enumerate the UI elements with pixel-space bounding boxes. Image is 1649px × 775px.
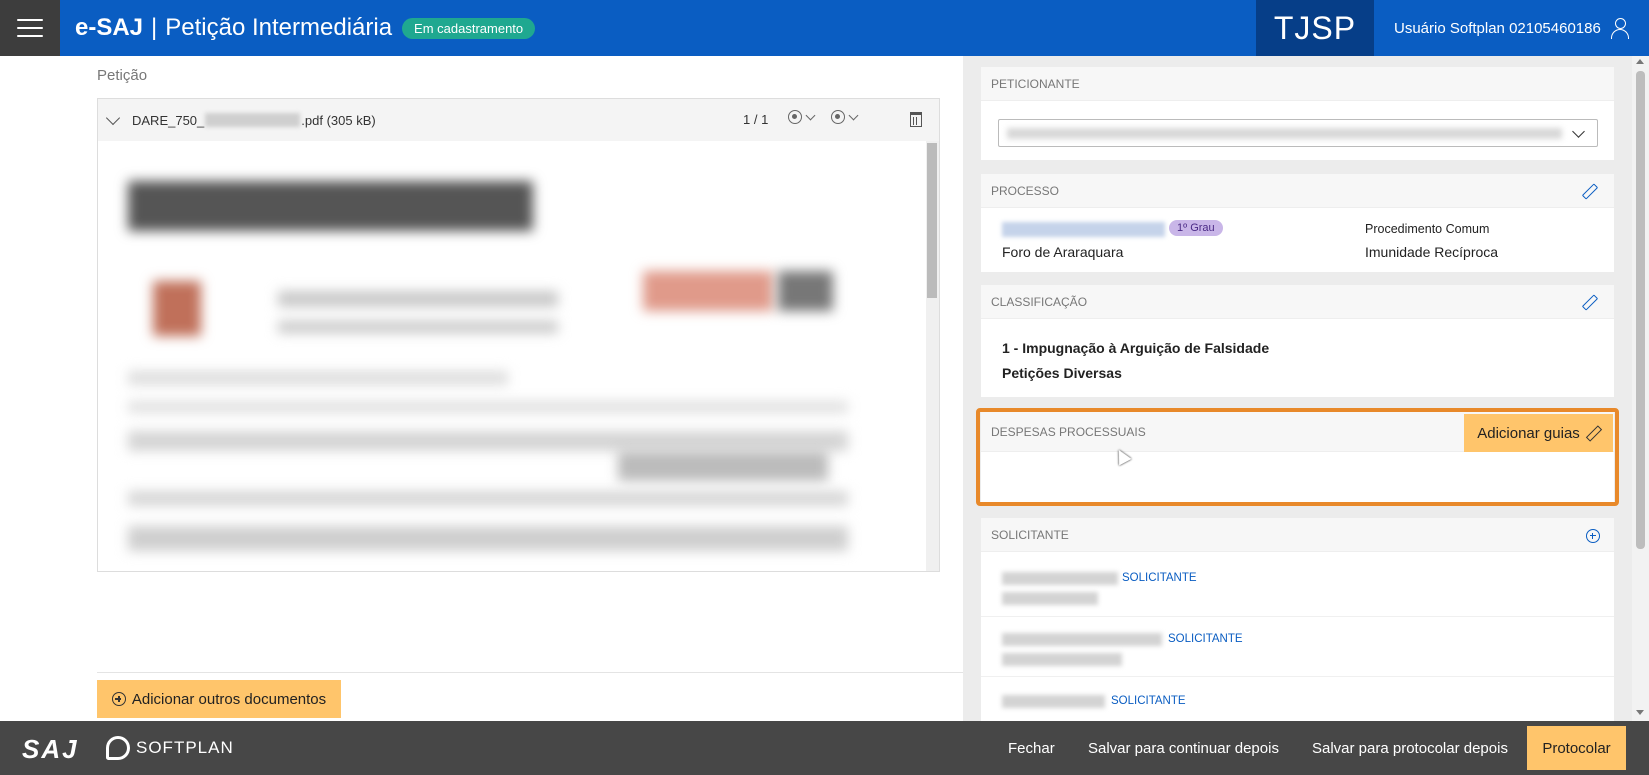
add-guias-label: Adicionar guias (1477, 424, 1580, 442)
solicitante-title: SOLICITANTE (991, 527, 1069, 542)
solicitante-tag[interactable]: SOLICITANTE (1111, 695, 1186, 707)
add-solicitante-icon[interactable] (1586, 529, 1600, 543)
processo-title: PROCESSO (991, 183, 1060, 198)
redacted-block (153, 281, 201, 336)
document-header: DARE_750_ .pdf (305 kB) 1 / 1 (98, 99, 939, 141)
procedimento-text: Procedimento Comum (1365, 222, 1490, 236)
classificacao-title: CLASSIFICAÇÃO (991, 294, 1088, 309)
add-documents-button[interactable]: Adicionar outros documentos (97, 680, 341, 718)
assunto-text: Imunidade Recíproca (1365, 244, 1499, 260)
add-documents-label: Adicionar outros documentos (131, 690, 327, 708)
rotate-left-button[interactable] (788, 110, 816, 124)
divider (97, 672, 963, 673)
document-scroll-thumb[interactable] (927, 143, 937, 298)
solicitante-header: SOLICITANTE (981, 518, 1614, 552)
redacted-block (128, 526, 848, 551)
redacted-block (128, 491, 848, 506)
softplan-logo-text: SOFTPLAN (136, 738, 234, 757)
foro-text: Foro de Araraquara (1002, 244, 1124, 260)
document-name-suffix: .pdf (305 kB) (301, 112, 376, 128)
edit-classificacao-icon[interactable] (1582, 295, 1596, 309)
app-title: e-SAJ | Petição Intermediária Em cadastr… (75, 14, 536, 42)
user-name: Usuário Softplan 02105460186 (1394, 19, 1601, 37)
document-preview (98, 141, 939, 571)
redacted-block (618, 451, 828, 481)
peticionante-title: PETICIONANTE (991, 76, 1080, 91)
peticionante-select[interactable] (998, 119, 1598, 147)
processo-card: PROCESSO 1º Grau Foro de Araraquara Proc… (981, 174, 1614, 272)
divider (981, 616, 1614, 617)
grau-badge: 1º Grau (1169, 220, 1223, 236)
page-indicator: 1 / 1 (743, 112, 769, 127)
page-scroll-thumb[interactable] (1636, 71, 1645, 549)
chevron-down-icon (1572, 125, 1585, 138)
page-title: Petição Intermediária (165, 14, 393, 41)
salvar-continuar-button[interactable]: Salvar para continuar depois (1088, 721, 1279, 775)
plus-circle-icon (111, 692, 126, 706)
redacted-block (278, 291, 558, 307)
redacted-block (278, 321, 558, 333)
redacted-text (1002, 695, 1105, 708)
classificacao-header: CLASSIFICAÇÃO (981, 285, 1614, 319)
status-badge: Em cadastramento (402, 17, 536, 39)
hamburger-menu-button[interactable] (0, 0, 60, 56)
redacted-text (205, 113, 301, 127)
saj-logo: SAJ (22, 734, 79, 764)
user-menu[interactable]: Usuário Softplan 02105460186 (1394, 0, 1629, 56)
protocolar-button[interactable]: Protocolar (1527, 726, 1626, 770)
redacted-text (1002, 653, 1122, 666)
edit-processo-icon[interactable] (1582, 184, 1596, 198)
brand-name: e-SAJ (75, 14, 144, 41)
pencil-icon (1586, 426, 1600, 440)
redacted-block (128, 371, 508, 385)
add-guias-button[interactable]: Adicionar guias (1464, 414, 1613, 452)
redacted-text (1002, 633, 1162, 646)
classificacao-line-1: 1 - Impugnação à Arguição de Falsidade (1002, 340, 1270, 356)
document-panel: DARE_750_ .pdf (305 kB) 1 / 1 (97, 98, 940, 572)
redacted-block (778, 271, 833, 311)
rotate-right-icon (831, 110, 845, 124)
document-name-prefix: DARE_750_ (132, 112, 205, 128)
court-logo: TJSP (1256, 0, 1374, 56)
title-separator: | (151, 14, 158, 41)
redacted-block (128, 181, 533, 231)
redacted-text (1007, 128, 1562, 139)
peticionante-card: PETICIONANTE (981, 67, 1614, 160)
softplan-logo: SOFTPLAN (106, 736, 234, 760)
divider (981, 676, 1614, 677)
scroll-down-arrow-icon[interactable] (1636, 710, 1644, 715)
rotate-left-icon (788, 110, 802, 124)
hamburger-icon (17, 19, 43, 37)
classificacao-line-2: Petições Diversas (1002, 365, 1122, 381)
salvar-protocolar-button[interactable]: Salvar para protocolar depois (1312, 721, 1508, 775)
section-title-peticao: Petição (97, 67, 148, 84)
redacted-text (1002, 592, 1098, 605)
chevron-down-icon (805, 110, 816, 120)
redacted-block (128, 401, 848, 413)
redacted-block (643, 271, 773, 311)
scroll-up-arrow-icon[interactable] (1636, 59, 1644, 64)
classificacao-card: CLASSIFICAÇÃO 1 - Impugnação à Arguição … (981, 285, 1614, 397)
collapse-chevron-icon[interactable] (105, 110, 121, 125)
fechar-button[interactable]: Fechar (1008, 721, 1055, 775)
solicitante-tag[interactable]: SOLICITANTE (1168, 633, 1243, 645)
redacted-block (128, 431, 848, 451)
processo-header: PROCESSO (981, 174, 1614, 208)
user-icon (1610, 18, 1629, 39)
delete-document-icon[interactable] (910, 112, 922, 127)
footer-bar: SAJ SOFTPLAN Fechar Salvar para continua… (0, 721, 1649, 775)
chevron-down-icon (848, 110, 859, 120)
rotate-right-button[interactable] (831, 110, 859, 124)
document-name: DARE_750_ .pdf (305 kB) (132, 113, 376, 128)
redacted-text (1002, 572, 1118, 585)
top-bar: e-SAJ | Petição Intermediária Em cadastr… (0, 0, 1649, 56)
redacted-process-number (1002, 222, 1165, 237)
solicitante-card: SOLICITANTE SOLICITANTE SOLICITANTE SOLI… (981, 518, 1614, 721)
despesas-title: DESPESAS PROCESSUAIS (991, 424, 1146, 439)
softplan-logo-icon (106, 736, 130, 760)
peticionante-header: PETICIONANTE (981, 67, 1614, 101)
solicitante-tag[interactable]: SOLICITANTE (1122, 572, 1197, 584)
